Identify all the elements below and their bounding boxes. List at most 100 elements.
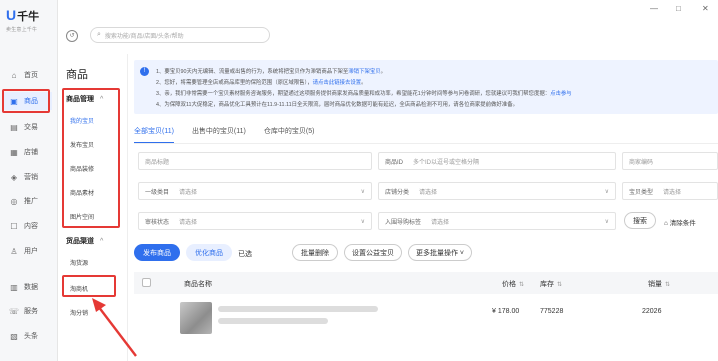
subnav-taohuoyuan[interactable]: 淘货源: [70, 258, 88, 267]
minimize-icon[interactable]: —: [650, 4, 658, 13]
group-label: 货品渠道: [66, 238, 94, 245]
notice-text: 。: [380, 69, 387, 75]
field-label: 入围导购标签: [385, 219, 422, 226]
item-thumbnail: [180, 302, 212, 334]
notice-text: 1、要宝贝90天内无编辑、流量或出售的行为，系统将把宝贝作为滞销商品下架至: [156, 69, 349, 75]
select-placeholder: 请选择: [663, 189, 682, 196]
tab-on-sale[interactable]: 出售中的宝贝(11): [192, 126, 246, 144]
notice-banner: ! 1、要宝贝90天内无编辑、流量或出售的行为，系统将把宝贝作为滞销商品下架至滞…: [134, 60, 718, 114]
input-placeholder: 多个ID以逗号或空格分隔: [413, 159, 480, 166]
rail-item-label: 服务: [24, 308, 38, 315]
chevron-down-icon: ∨: [360, 188, 365, 195]
item-tabs: 全部宝贝(11) 出售中的宝贝(11) 仓库中的宝贝(5): [134, 126, 332, 144]
item-title-blurred: [218, 306, 378, 312]
bulk-delete-button[interactable]: 批量删除: [292, 244, 338, 261]
item-stock: 775228: [540, 308, 564, 315]
close-icon[interactable]: ✕: [702, 4, 709, 13]
rail-item-marketing[interactable]: ◈ 营销: [4, 168, 52, 186]
rail-item-label: 交易: [24, 124, 38, 131]
guide-tag-select[interactable]: 入围导购标签 请选择 ∨: [378, 212, 616, 230]
rail-item-trade[interactable]: ▤ 交易: [4, 118, 52, 136]
notice-link-survey[interactable]: 点击参与: [550, 91, 572, 97]
rail-item-service[interactable]: ☏ 服务: [4, 302, 52, 320]
rail-item-data[interactable]: ▥ 数据: [4, 278, 52, 296]
notice-link-delisted[interactable]: 滞销下架宝贝: [348, 69, 380, 75]
global-search-input[interactable]: ⌕ 搜索功能/商品/店面/头条/帮助: [90, 27, 270, 43]
rail-item-shop[interactable]: ▦ 店铺: [4, 143, 52, 161]
chevron-down-icon: ∨: [360, 218, 365, 225]
col-price[interactable]: 价格 ⇅: [502, 279, 524, 289]
rail-item-content[interactable]: ☐ 内容: [4, 217, 52, 235]
rail-item-label: 营销: [24, 174, 38, 181]
chevron-down-icon: ∨: [604, 188, 609, 195]
input-placeholder: 商品标题: [145, 159, 170, 166]
col-sales[interactable]: 销量 ⇅: [648, 279, 670, 289]
more-bulk-actions-button[interactable]: 更多批量操作 ˅: [408, 244, 472, 261]
subnav-taofenxiao[interactable]: 淘分销: [70, 308, 88, 317]
home-icon: ⌂: [11, 70, 17, 80]
clear-filters-link[interactable]: ⌂ 清除条件: [664, 217, 696, 227]
publish-item-button[interactable]: 发布商品: [134, 244, 180, 261]
notice-link-settings[interactable]: 请点击此链接去设置: [313, 80, 362, 86]
notice-text: 。: [361, 80, 367, 86]
item-id-input[interactable]: 商品ID 多个ID以逗号或空格分隔: [378, 152, 616, 170]
search-button[interactable]: 搜索: [624, 212, 656, 229]
data-icon: ▥: [10, 282, 18, 292]
optimize-item-button[interactable]: 优化商品: [186, 244, 232, 261]
broom-icon: ⌂: [664, 220, 668, 227]
shop-icon: ▦: [10, 147, 18, 157]
select-placeholder: 请选择: [179, 219, 198, 226]
highlight-goods-management: [62, 88, 120, 228]
info-icon: !: [140, 67, 149, 76]
promotion-icon: ◎: [10, 196, 18, 206]
field-label: 店铺分类: [385, 189, 410, 196]
table-header: 商品名称 价格 ⇅ 库存 ⇅ 销量 ⇅: [134, 272, 718, 294]
rail-item-headline[interactable]: ▧ 头条: [4, 327, 52, 345]
select-placeholder: 请选择: [431, 219, 450, 226]
marketing-icon: ◈: [10, 172, 18, 182]
back-icon[interactable]: ↺: [66, 30, 78, 42]
rail-item-users[interactable]: ♙ 用户: [4, 242, 52, 260]
item-sales: 22026: [642, 308, 662, 315]
audit-status-select[interactable]: 审核状态 请选择 ∨: [138, 212, 372, 230]
content-icon: ☐: [10, 221, 18, 231]
select-placeholder: 请选择: [419, 189, 438, 196]
rail-item-label: 用户: [24, 248, 38, 255]
col-stock[interactable]: 库存 ⇅: [540, 279, 562, 289]
rail-item-home[interactable]: ⌂ 首页: [4, 66, 52, 84]
maximize-icon[interactable]: □: [676, 4, 681, 13]
rail-item-label: 头条: [24, 333, 38, 340]
tab-in-warehouse[interactable]: 仓库中的宝贝(5): [264, 126, 315, 144]
search-placeholder: 搜索功能/商品/店面/头条/帮助: [104, 33, 184, 40]
main-content: ! 1、要宝贝90天内无编辑、流量或出售的行为，系统将把宝贝作为滞销商品下架至滞…: [128, 54, 718, 361]
headline-icon: ▧: [10, 331, 18, 341]
rail-item-promotion[interactable]: ◎ 推广: [4, 192, 52, 210]
highlight-taoshangji: [62, 275, 116, 297]
notice-line-4: 4、为保障双11大促稳定，商品优化工具预计在11.9-11.11日全天限流，届时…: [156, 102, 518, 108]
notice-line-2: 2、您好，将需要管理全店或商品库里的保险范围（原区域限售），请点击此链接去设置。: [156, 78, 367, 86]
notice-line-3: 3、亲，我们非常需要一个宝贝素材服务咨询服务，期望通过这项服务提供商家发商品质量…: [156, 89, 572, 97]
set-charity-item-button[interactable]: 设置公益宝贝: [344, 244, 402, 261]
rail-item-label: 店铺: [24, 149, 38, 156]
shop-category-select[interactable]: 店铺分类 请选择 ∨: [378, 182, 616, 200]
select-placeholder: 请选择: [179, 189, 198, 196]
select-all-checkbox[interactable]: [142, 278, 151, 287]
notice-text: 2、您好，将需要管理全店或商品库里的保险范围（原区域限售），: [156, 80, 313, 86]
tab-divider: [134, 143, 718, 144]
item-title-input[interactable]: 商品标题: [138, 152, 372, 170]
col-label: 库存: [540, 281, 554, 288]
merchant-code-input[interactable]: 商家编码: [622, 152, 718, 170]
item-type-select[interactable]: 宝贝类型 请选择: [622, 182, 718, 200]
field-label: 宝贝类型: [629, 189, 654, 196]
selected-count: 已选: [238, 251, 252, 258]
category-select[interactable]: 一级类目 请选择 ∨: [138, 182, 372, 200]
col-label: 价格: [502, 281, 516, 288]
input-placeholder: 商家编码: [629, 159, 654, 166]
rail-item-label: 数据: [24, 284, 38, 291]
user-icon: ♙: [10, 246, 18, 256]
logo-icon: U: [6, 7, 17, 23]
app-logo: U千牛 卖生意上千牛: [6, 7, 39, 33]
group-goods-channel[interactable]: 货品渠道 ^: [66, 236, 103, 246]
tab-all-items[interactable]: 全部宝贝(11): [134, 126, 174, 144]
clear-filters-label: 清除条件: [669, 220, 696, 227]
